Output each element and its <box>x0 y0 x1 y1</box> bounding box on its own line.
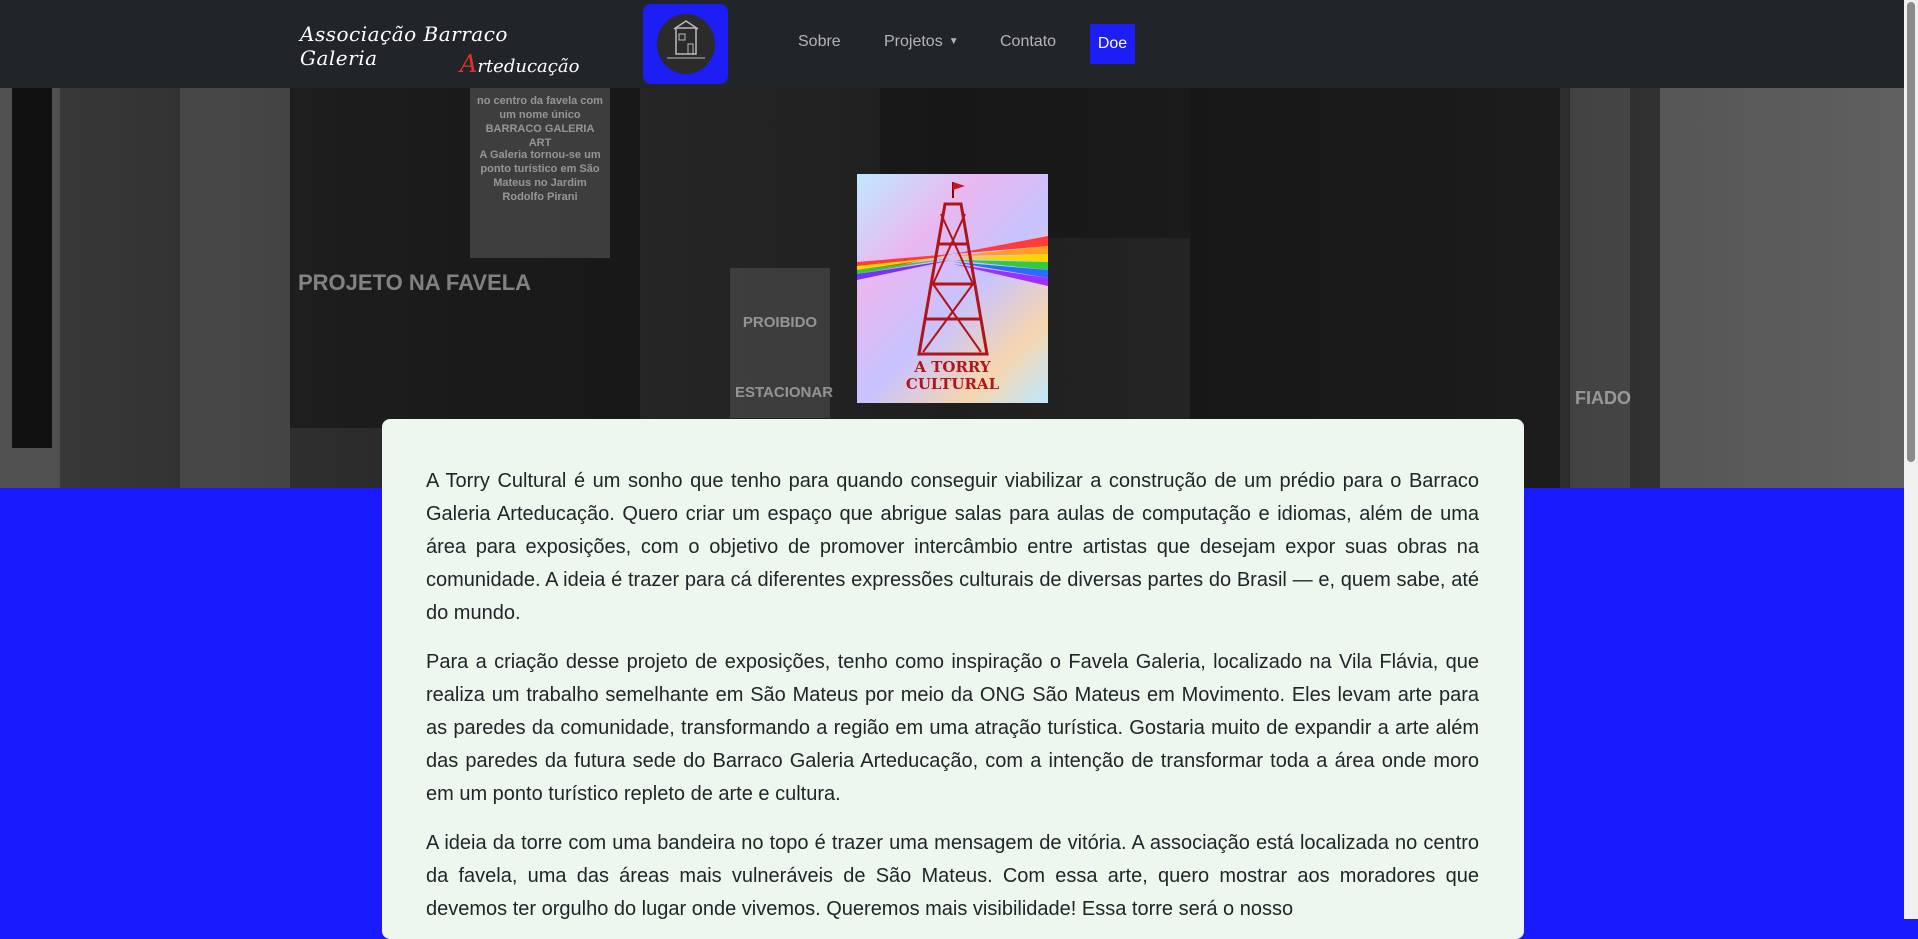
brand-logo-link[interactable]: Associação Barraco Galeria Arteducação <box>300 14 579 78</box>
artwork-caption: A TORRY CULTURAL <box>857 359 1048 393</box>
hero-sign-5: FIADO <box>1575 388 1631 408</box>
page-scrollbar[interactable] <box>1904 0 1918 919</box>
brand-name-rest: rteducação <box>477 56 580 77</box>
house-logo-button[interactable] <box>643 4 728 84</box>
house-logo-icon <box>657 14 715 74</box>
artwork-caption-line1: A TORRY <box>914 358 991 376</box>
hero-sign-2: A Galeria tornou-se um ponto turístico e… <box>479 149 601 203</box>
hero-sign-1: no centro da favela com um nome único BA… <box>477 95 603 149</box>
donate-button[interactable]: Doe <box>1090 24 1135 64</box>
article-paragraph-3: A ideia da torre com uma bandeira no top… <box>426 832 1479 920</box>
article-card: A Torry Cultural é um sonho que tenho pa… <box>382 419 1524 939</box>
nav-projetos-dropdown[interactable]: Projetos ▼ <box>884 33 959 51</box>
chevron-down-icon: ▼ <box>948 36 959 47</box>
top-navbar: Associação Barraco Galeria Arteducação S… <box>0 0 1904 88</box>
nav-sobre-link[interactable]: Sobre <box>798 33 841 51</box>
nav-contato-link[interactable]: Contato <box>1000 33 1056 51</box>
brand-name-line2: Arteducação <box>460 50 579 78</box>
scrollbar-thumb[interactable] <box>1907 2 1915 462</box>
hero-sign-3: PROJETO NA FAVELA <box>298 270 532 295</box>
hero-sign-4: PROIBIDO ESTACIONAR <box>735 314 834 401</box>
artwork-caption-line2: CULTURAL <box>905 375 1000 393</box>
brand-accent-letter: A <box>460 50 478 78</box>
nav-projetos-label: Projetos <box>884 33 943 50</box>
article-paragraph-2: Para a criação desse projeto de exposiçõ… <box>426 651 1479 805</box>
torry-cultural-artwork: A TORRY CULTURAL <box>857 174 1048 403</box>
article-paragraph-1: A Torry Cultural é um sonho que tenho pa… <box>426 470 1479 624</box>
